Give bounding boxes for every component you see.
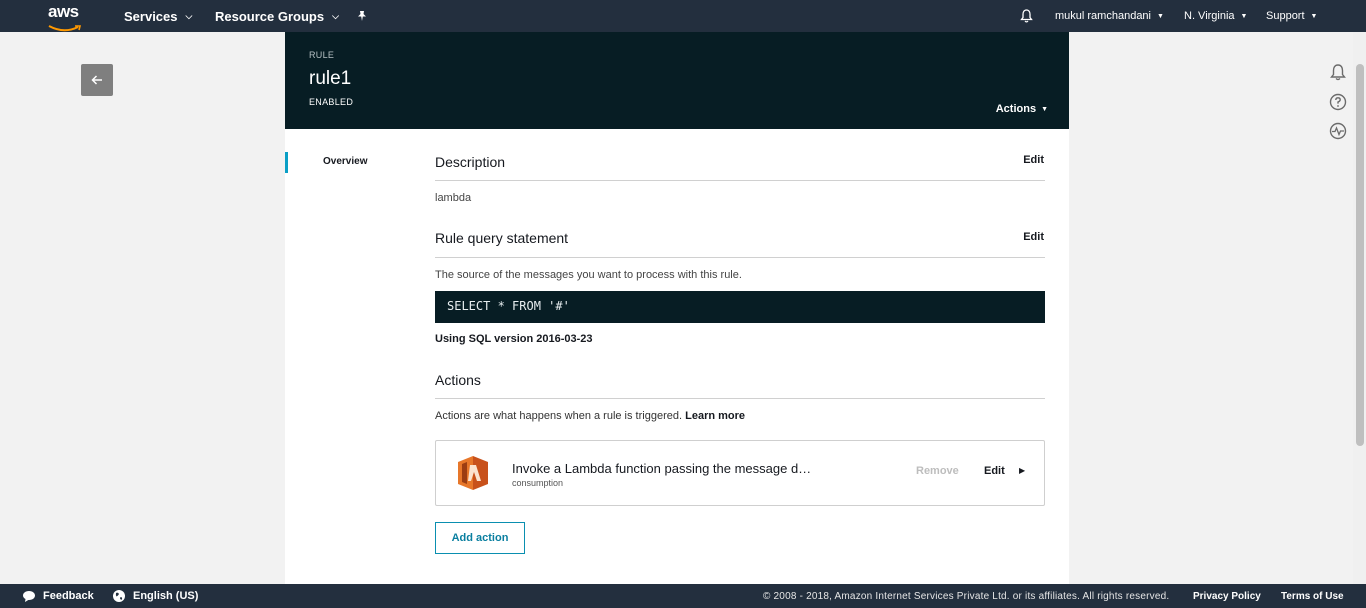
footer-bar: Feedback English (US) © 2008 - 2018, Ama…	[0, 584, 1366, 608]
description-value: lambda	[435, 192, 472, 204]
learn-more-link[interactable]: Learn more	[685, 410, 745, 422]
region-menu[interactable]: N. Virginia ▼	[1184, 0, 1247, 32]
copyright-text: © 2008 - 2018, Amazon Internet Services …	[763, 590, 1170, 602]
aws-smile-icon	[48, 25, 82, 32]
rule-detail-panel: RULE rule1 ENABLED Actions ▼ Overview De…	[285, 32, 1069, 584]
header-kicker: RULE	[309, 50, 335, 60]
services-label: Services	[124, 8, 178, 24]
speech-bubble-icon	[23, 590, 35, 602]
edit-action-button[interactable]: Edit	[984, 465, 1005, 477]
caret-right-icon[interactable]: ▶	[1019, 466, 1025, 475]
terms-of-use-link[interactable]: Terms of Use	[1281, 584, 1344, 608]
resource-groups-menu[interactable]: Resource Groups ⌵	[215, 0, 339, 32]
sql-version: Using SQL version 2016-03-23	[435, 333, 593, 345]
chevron-down-icon: ⌵	[185, 10, 193, 21]
services-menu[interactable]: Services ⌵	[124, 0, 192, 32]
lambda-function-icon	[458, 456, 488, 490]
actions-help: Actions are what happens when a rule is …	[435, 410, 745, 422]
sql-statement: SELECT * FROM '#'	[435, 291, 1045, 323]
top-navigation-bar: aws Services ⌵ Resource Groups ⌵ mukul r…	[0, 0, 1366, 32]
sidebar-item-label: Overview	[323, 156, 368, 167]
divider	[435, 180, 1045, 181]
divider	[435, 257, 1045, 258]
sidebar-item-overview[interactable]: Overview	[285, 152, 405, 173]
caret-down-icon: ▼	[1240, 12, 1248, 20]
support-menu[interactable]: Support ▼	[1266, 0, 1317, 32]
rule-query-heading: Rule query statement	[435, 230, 569, 246]
pin-button[interactable]	[356, 0, 368, 32]
help-icon	[1329, 93, 1347, 111]
rail-notifications-button[interactable]	[1328, 62, 1348, 82]
actions-help-text: Actions are what happens when a rule is …	[435, 410, 683, 422]
pushpin-icon	[358, 11, 366, 21]
feedback-button[interactable]: Feedback	[22, 584, 94, 608]
rule-status: ENABLED	[309, 97, 354, 107]
aws-logo-text: aws	[48, 2, 79, 21]
bell-icon	[1330, 64, 1346, 81]
caret-down-icon: ▼	[1157, 12, 1164, 20]
remove-action-button[interactable]: Remove	[916, 465, 959, 477]
privacy-policy-link[interactable]: Privacy Policy	[1193, 584, 1261, 608]
rail-help-button[interactable]	[1328, 92, 1348, 112]
actions-heading: Actions	[435, 372, 481, 388]
aws-logo[interactable]: aws	[48, 2, 84, 32]
rail-activity-button[interactable]	[1328, 121, 1348, 141]
actions-label: Actions	[995, 103, 1037, 115]
action-card[interactable]: Invoke a Lambda function passing the mes…	[435, 440, 1045, 506]
language-label: English (US)	[133, 590, 199, 602]
description-edit-link[interactable]: Edit	[1023, 154, 1044, 166]
activity-icon	[1329, 122, 1347, 140]
back-button[interactable]	[81, 64, 113, 96]
resource-groups-label: Resource Groups	[215, 8, 325, 24]
rule-query-edit-link[interactable]: Edit	[1023, 231, 1044, 243]
rule-query-help: The source of the messages you want to p…	[435, 269, 742, 281]
feedback-label: Feedback	[43, 590, 94, 602]
divider	[435, 398, 1045, 399]
support-label: Support	[1266, 10, 1305, 22]
description-heading: Description	[435, 154, 506, 170]
user-menu[interactable]: mukul ramchandani ▼	[1055, 0, 1164, 32]
scrollbar-thumb[interactable]	[1356, 64, 1364, 446]
region-label: N. Virginia	[1184, 10, 1235, 22]
globe-icon	[113, 590, 125, 602]
caret-down-icon: ▼	[1310, 12, 1318, 20]
add-action-button[interactable]: Add action	[435, 522, 525, 554]
rule-header: RULE rule1 ENABLED Actions ▼	[285, 32, 1069, 129]
bell-icon	[1020, 9, 1033, 23]
caret-down-icon: ▼	[1041, 105, 1048, 113]
active-indicator	[285, 152, 288, 173]
user-name: mukul ramchandani	[1055, 10, 1151, 22]
notifications-button[interactable]	[1020, 0, 1033, 32]
rule-title: rule1	[309, 68, 352, 89]
action-title: Invoke a Lambda function passing the mes…	[512, 461, 812, 476]
chevron-down-icon: ⌵	[332, 10, 339, 21]
action-subtitle: consumption	[512, 478, 564, 488]
actions-dropdown[interactable]: Actions ▼	[996, 103, 1048, 115]
arrow-left-icon	[91, 75, 102, 85]
language-selector[interactable]: English (US)	[112, 584, 198, 608]
